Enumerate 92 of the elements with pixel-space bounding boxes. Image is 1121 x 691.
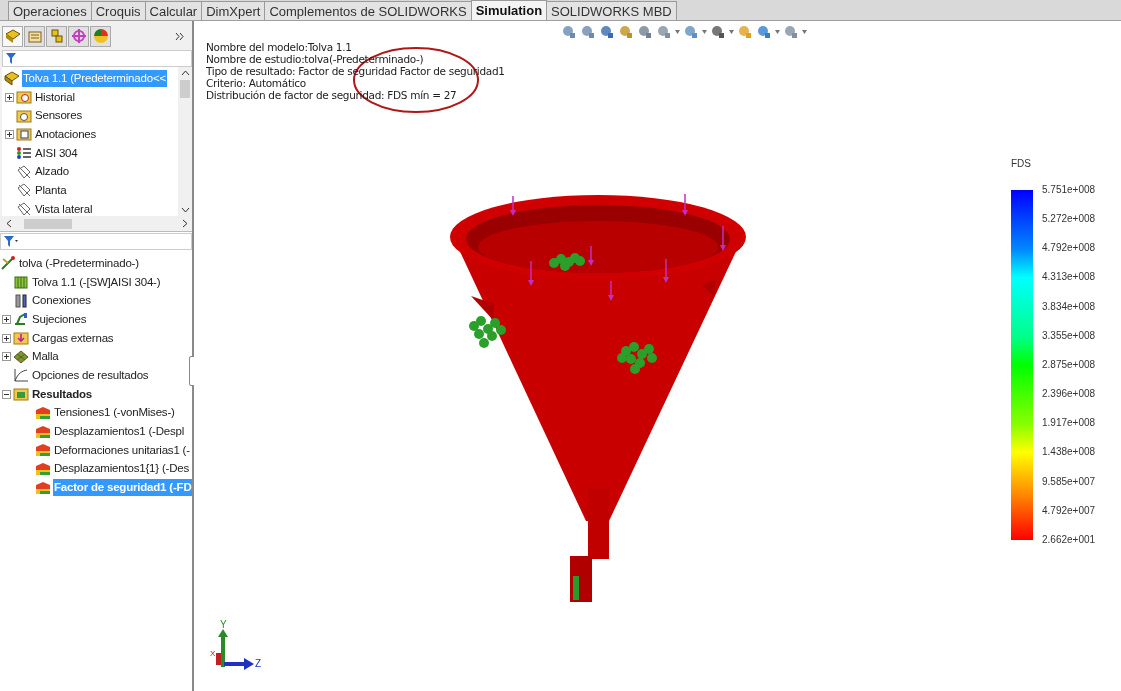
legend-label: 2.662e+001 (1042, 532, 1096, 547)
expand-icon[interactable] (2, 314, 11, 324)
ribbon-tab[interactable]: Simulation (470, 0, 548, 20)
scrollbar-thumb[interactable] (180, 80, 190, 98)
legend-label: 1.917e+008 (1042, 416, 1096, 431)
expand-icon[interactable] (2, 352, 11, 362)
legend-label: 4.313e+008 (1042, 270, 1096, 285)
folder-icon (16, 89, 32, 106)
collapse-icon[interactable] (2, 389, 11, 399)
caret-icon[interactable] (675, 30, 680, 34)
ribbon-tab[interactable]: Complementos de SOLIDWORKS (264, 1, 472, 20)
info-text: Criterio: Automático (206, 77, 307, 89)
tree-item[interactable]: tolva (-Predeterminado-) (18, 254, 140, 272)
scrollbar-thumb[interactable] (24, 218, 72, 229)
axis-triad: Y Z X (210, 619, 262, 670)
folder-icon (16, 126, 32, 143)
tree-item[interactable]: Alzado (34, 163, 70, 181)
study-icon (0, 255, 16, 272)
plot-icon (35, 460, 51, 477)
caret-icon[interactable] (702, 30, 707, 34)
plane-icon (16, 201, 32, 216)
plot-icon (35, 479, 51, 496)
info-text: Nombre del modelo:Tolva 1.1 (206, 41, 353, 53)
dimxpert-tab[interactable] (68, 25, 89, 47)
legend-label: 2.875e+008 (1042, 357, 1096, 372)
curve-icon (13, 367, 29, 384)
legend-label: 5.751e+008 (1042, 183, 1096, 197)
scroll-left-icon[interactable] (6, 219, 12, 228)
ribbon-tab[interactable]: DimXpert (201, 1, 266, 20)
folder-icon (16, 107, 32, 124)
plot-icon (35, 404, 51, 421)
property-manager-tab[interactable] (24, 25, 45, 47)
tree-item[interactable]: Vista lateral (34, 200, 94, 216)
legend-label: 1.438e+008 (1042, 445, 1096, 460)
part-icon (4, 70, 20, 87)
tree-item[interactable]: Malla (31, 348, 60, 366)
scroll-right-icon[interactable] (182, 219, 188, 228)
caret-icon[interactable] (802, 30, 807, 34)
legend-label: 5.272e+008 (1042, 212, 1096, 227)
tree-item[interactable]: Cargas externas (31, 329, 115, 347)
ribbon-tab[interactable]: SOLIDWORKS MBD (546, 1, 677, 20)
tree-item[interactable]: Anotaciones (34, 125, 98, 143)
tree-item[interactable]: Deformaciones unitarias1 (- (53, 441, 191, 459)
filter-field[interactable] (2, 50, 192, 67)
tree-item[interactable]: Desplazamientos1{1} (-Des (53, 460, 190, 478)
feature-manager-tab[interactable] (2, 25, 23, 47)
legend-label: 3.355e+008 (1042, 328, 1096, 343)
tree-item[interactable]: Tolva 1.1 (-[SW]AISI 304-) (31, 273, 162, 291)
filter-icon (4, 236, 18, 247)
plot-icon (35, 442, 51, 459)
caret-icon[interactable] (729, 30, 734, 34)
legend-label: 3.834e+008 (1042, 299, 1096, 314)
fixture-icon (13, 311, 29, 328)
plot-icon (35, 423, 51, 440)
legend-label: 4.792e+007 (1042, 503, 1096, 518)
folder-icon (13, 386, 29, 403)
legend-label: 2.396e+008 (1042, 387, 1096, 402)
legend-label: 4.792e+008 (1042, 241, 1096, 256)
ribbon-tab[interactable]: Calcular (144, 1, 203, 20)
plane-icon (16, 163, 32, 180)
ribbon-tab[interactable]: Operaciones (8, 1, 92, 20)
plane-icon (16, 182, 32, 199)
configuration-tab[interactable] (46, 25, 67, 47)
tree-item[interactable]: Historial (34, 88, 76, 106)
material-icon (16, 145, 32, 162)
expand-icon[interactable] (5, 129, 14, 139)
scroll-up-icon[interactable] (180, 70, 190, 76)
load-icon (13, 330, 29, 347)
body-icon (13, 274, 29, 291)
tree-item[interactable]: Tensiones1 (-vonMises-) (53, 404, 176, 422)
mesh-icon (13, 348, 29, 365)
caret-icon[interactable] (775, 30, 780, 34)
appearance-tab[interactable] (90, 25, 111, 47)
tree-item[interactable]: Desplazamientos1 (-Despl (53, 423, 186, 441)
chevron-icon[interactable] (175, 31, 184, 41)
tree-item[interactable]: Planta (34, 181, 68, 199)
tree-item[interactable]: Conexiones (31, 292, 92, 310)
tree-item[interactable]: Sensores (34, 107, 83, 125)
scroll-down-icon[interactable] (180, 207, 190, 213)
tree-item[interactable]: AISI 304 (34, 144, 79, 162)
tree-item[interactable]: Sujeciones (31, 310, 88, 328)
legend-label: 9.585e+007 (1042, 474, 1096, 489)
expand-icon[interactable] (5, 92, 14, 102)
scrollbar[interactable] (178, 67, 192, 216)
tree-item[interactable]: Resultados (31, 385, 93, 403)
filter-field[interactable] (0, 233, 192, 250)
expand-icon[interactable] (2, 333, 11, 343)
filter-icon (6, 53, 16, 64)
legend-title: FDS (1011, 158, 1032, 169)
ribbon-tab[interactable]: Croquis (90, 1, 146, 20)
tree-item[interactable]: Opciones de resultados (31, 366, 150, 384)
connector-icon (13, 292, 29, 309)
